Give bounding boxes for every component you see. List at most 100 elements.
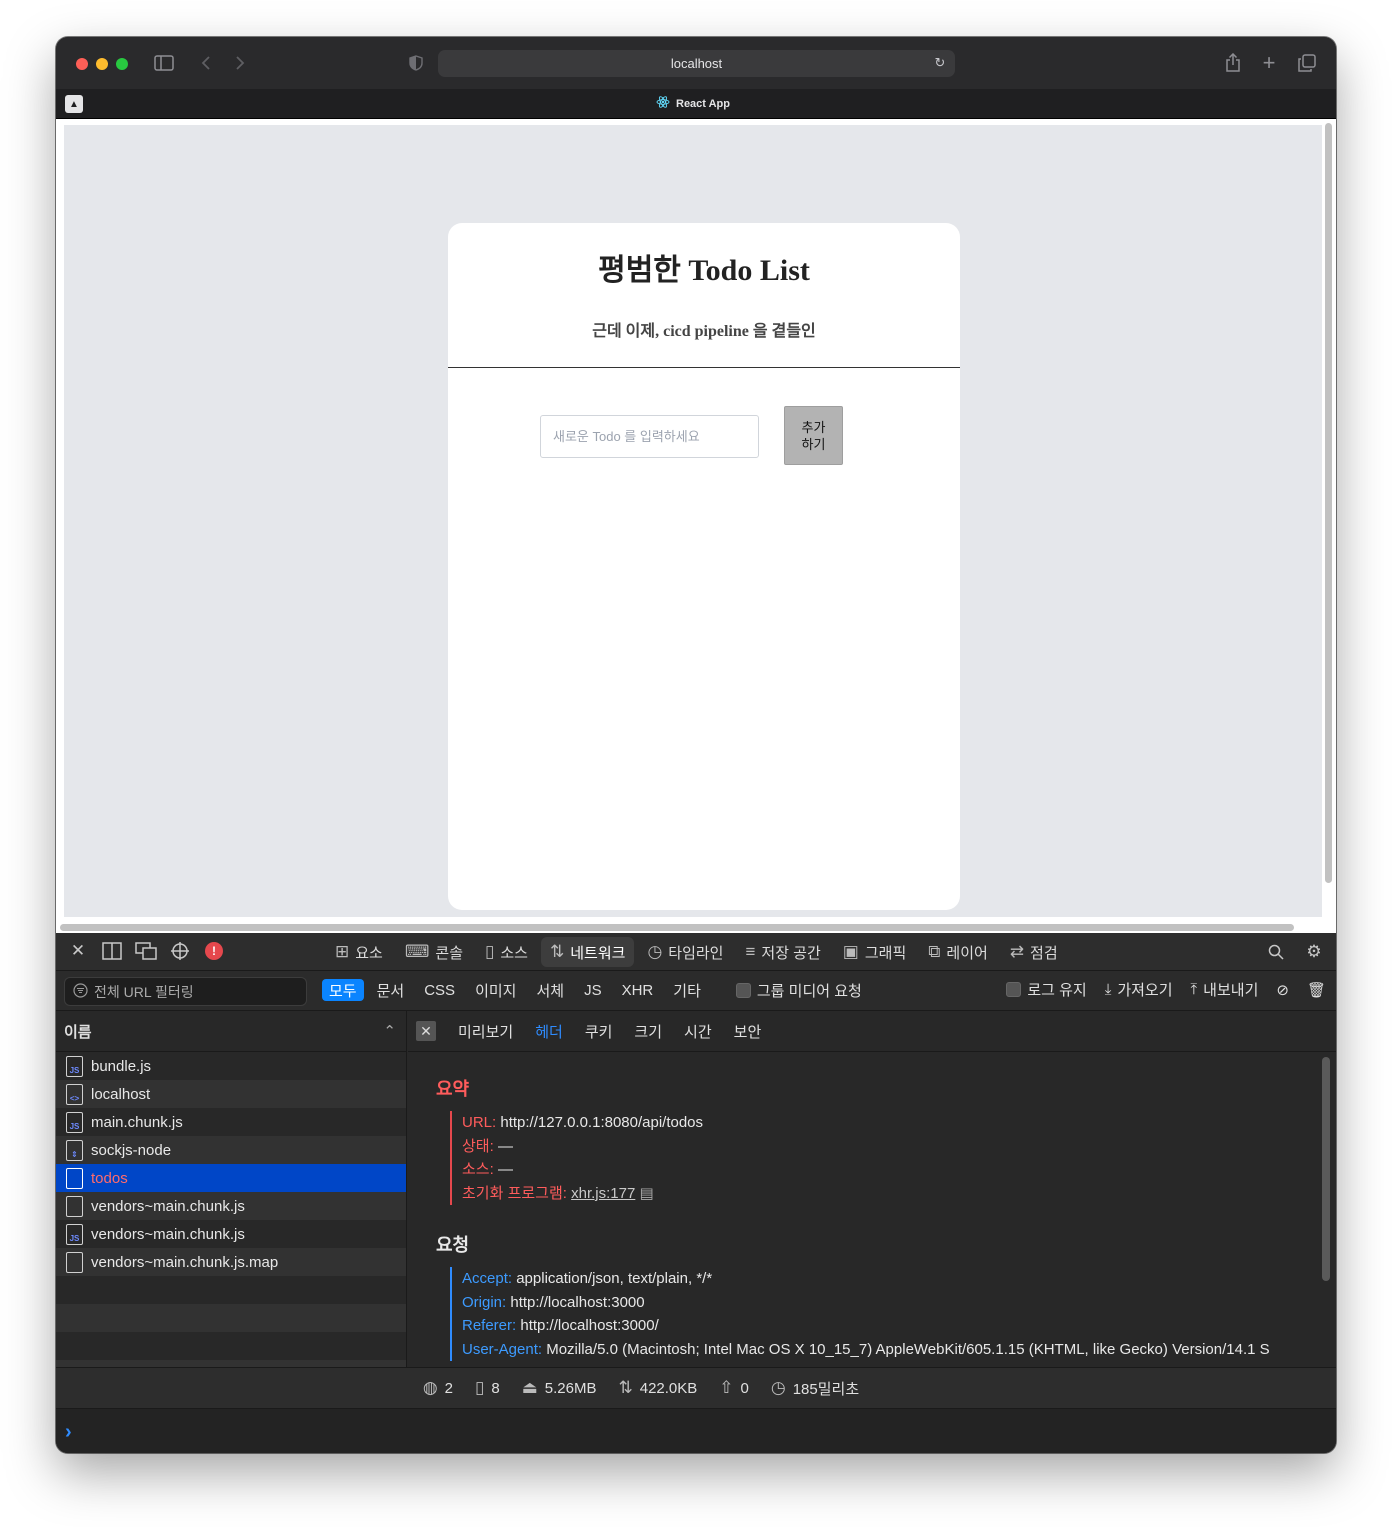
url-filter-input[interactable]: 전체 URL 필터링 (64, 977, 307, 1006)
detail-scrollbar[interactable] (1322, 1057, 1330, 1281)
request-name: bundle.js (91, 1057, 152, 1075)
request-row[interactable]: todos (56, 1164, 406, 1192)
filter-type-button[interactable]: 이미지 (468, 979, 523, 1001)
filter-type-button[interactable]: 문서 (370, 979, 412, 1001)
redirect-icon: ⇧ (719, 1378, 734, 1397)
console-prompt-chevron-icon: › (65, 1421, 72, 1443)
tab-graphics[interactable]: ▣ 그래픽 (834, 937, 915, 967)
tab-overview-icon[interactable] (1295, 51, 1319, 75)
network-icon: ⇅ (549, 942, 565, 961)
file-icon: JS (66, 1055, 83, 1077)
close-detail-icon[interactable]: ✕ (416, 1021, 436, 1041)
share-icon[interactable] (1221, 51, 1245, 75)
file-icon (66, 1251, 83, 1273)
filter-type-button[interactable]: CSS (417, 979, 462, 1001)
search-icon[interactable] (1264, 940, 1288, 964)
console-prompt-area[interactable]: › (56, 1409, 1336, 1453)
tab-storage[interactable]: ≡ 저장 공간 (736, 937, 829, 967)
request-row[interactable]: JS vendors~main.chunk.js (56, 1220, 406, 1248)
responsive-mode-icon[interactable] (134, 939, 158, 963)
new-tab-icon[interactable]: + (1257, 50, 1281, 75)
empty-row (56, 1304, 406, 1332)
initiator-link[interactable]: xhr.js:177 (571, 1185, 635, 1202)
error-indicator-icon[interactable]: ! (202, 939, 226, 963)
sort-chevron-up-icon[interactable]: ⌃ (383, 1022, 396, 1040)
tab-label: 요소 (355, 944, 383, 962)
detail-tab[interactable]: 시간 (684, 1021, 712, 1042)
group-media-checkbox[interactable]: 그룹 미디어 요청 (735, 980, 862, 1001)
detail-tab[interactable]: 보안 (734, 1021, 762, 1042)
horizontal-scrollbar[interactable] (60, 924, 1294, 931)
detail-tab[interactable]: 쿠키 (585, 1021, 613, 1042)
status-value: — (497, 1137, 513, 1155)
detail-tab[interactable]: 크기 (634, 1021, 662, 1042)
tab-audit[interactable]: ⇄ 점검 (1001, 937, 1067, 967)
preserve-log-box[interactable] (1006, 982, 1022, 997)
element-picker-icon[interactable] (168, 939, 192, 963)
group-media-box[interactable] (735, 982, 751, 998)
weight-icon: ⏏ (521, 1378, 538, 1397)
origin-value: http://localhost:3000 (510, 1293, 645, 1311)
zoom-window-button[interactable] (116, 58, 128, 70)
settings-gear-icon[interactable]: ⚙ (1302, 940, 1326, 964)
request-row[interactable]: JS main.chunk.js (56, 1108, 406, 1136)
url-value: http://127.0.0.1:8080/api/todos (500, 1114, 704, 1131)
referer-key: Referer: (462, 1317, 517, 1334)
privacy-shield-icon[interactable] (404, 51, 428, 75)
timeline-icon: ◷ (647, 942, 663, 961)
todo-card: 평범한 Todo List 근데 이제, cicd pipeline 을 곁들인… (448, 223, 960, 910)
import-icon: ⤓ (1104, 981, 1112, 998)
preserve-log-checkbox[interactable]: 로그 유지 (1006, 979, 1087, 1000)
back-icon[interactable] (194, 51, 218, 75)
import-label: 가져오기 (1117, 982, 1173, 999)
name-column-header[interactable]: 이름 ⌃ (56, 1011, 406, 1052)
tab-console[interactable]: ⌨ 콘솔 (396, 937, 472, 967)
tab-sources[interactable]: ▯ 소스 (476, 937, 537, 967)
tab-layers[interactable]: ⧉ 레이어 (919, 937, 997, 967)
document-icon: ▯ (475, 1378, 485, 1397)
web-viewport: 평범한 Todo List 근데 이제, cicd pipeline 을 곁들인… (56, 119, 1336, 933)
dock-side-icon[interactable] (100, 939, 124, 963)
tab-network[interactable]: ⇅ 네트워크 (540, 937, 635, 967)
reload-icon[interactable]: ↻ (931, 54, 949, 72)
filter-type-button[interactable]: XHR (615, 979, 661, 1001)
request-row[interactable]: JS bundle.js (56, 1052, 406, 1080)
url-key: URL: (462, 1114, 497, 1131)
vertical-scrollbar[interactable] (1325, 123, 1332, 883)
clear-log-trash-icon[interactable]: 🗑︎ (1307, 981, 1326, 999)
request-name: main.chunk.js (91, 1113, 183, 1131)
disable-cache-icon[interactable]: ⊘ (1276, 981, 1289, 999)
transferred-value: 5.26MB (544, 1379, 597, 1397)
filter-type-button[interactable]: 모두 (322, 979, 364, 1001)
forward-icon[interactable] (228, 51, 252, 75)
detail-tab[interactable]: 헤더 (535, 1021, 563, 1042)
tab-bar-menu-icon[interactable]: ▲ (65, 95, 83, 113)
sidebar-toggle-icon[interactable] (152, 51, 176, 75)
go-to-source-icon[interactable]: ▤ (640, 1185, 654, 1202)
add-todo-button[interactable]: 추가 하기 (784, 406, 843, 465)
request-row[interactable]: vendors~main.chunk.js.map (56, 1248, 406, 1276)
redirects-value: 0 (740, 1379, 749, 1397)
tab-react-app[interactable]: React App (656, 95, 730, 112)
close-window-button[interactable] (76, 58, 88, 70)
tab-timeline[interactable]: ◷ 타임라인 (638, 937, 732, 967)
file-icon: JS (66, 1111, 83, 1133)
globe-icon: ◍ (422, 1378, 438, 1397)
requests-value: 2 (444, 1379, 454, 1397)
resource-size: ⇅ 422.0KB (618, 1378, 697, 1398)
detail-tab[interactable]: 미리보기 (458, 1021, 513, 1042)
export-button[interactable]: ⤒ 내보내기 (1191, 979, 1259, 1000)
filter-type-button[interactable]: 서체 (529, 979, 571, 1001)
request-row[interactable]: <> localhost (56, 1080, 406, 1108)
close-inspector-icon[interactable]: ✕ (66, 939, 90, 963)
todo-input[interactable] (540, 415, 759, 458)
user-agent-value: Mozilla/5.0 (Macintosh; Intel Mac OS X 1… (546, 1340, 1270, 1358)
tab-elements[interactable]: ⊞ 요소 (326, 937, 392, 967)
filter-type-button[interactable]: 기타 (666, 979, 708, 1001)
request-row[interactable]: vendors~main.chunk.js (56, 1192, 406, 1220)
import-button[interactable]: ⤓ 가져오기 (1105, 979, 1173, 1000)
request-row[interactable]: ⇕ sockjs-node (56, 1136, 406, 1164)
filter-type-button[interactable]: JS (577, 979, 609, 1001)
address-bar[interactable]: localhost ↻ (438, 50, 955, 77)
minimize-window-button[interactable] (96, 58, 108, 70)
